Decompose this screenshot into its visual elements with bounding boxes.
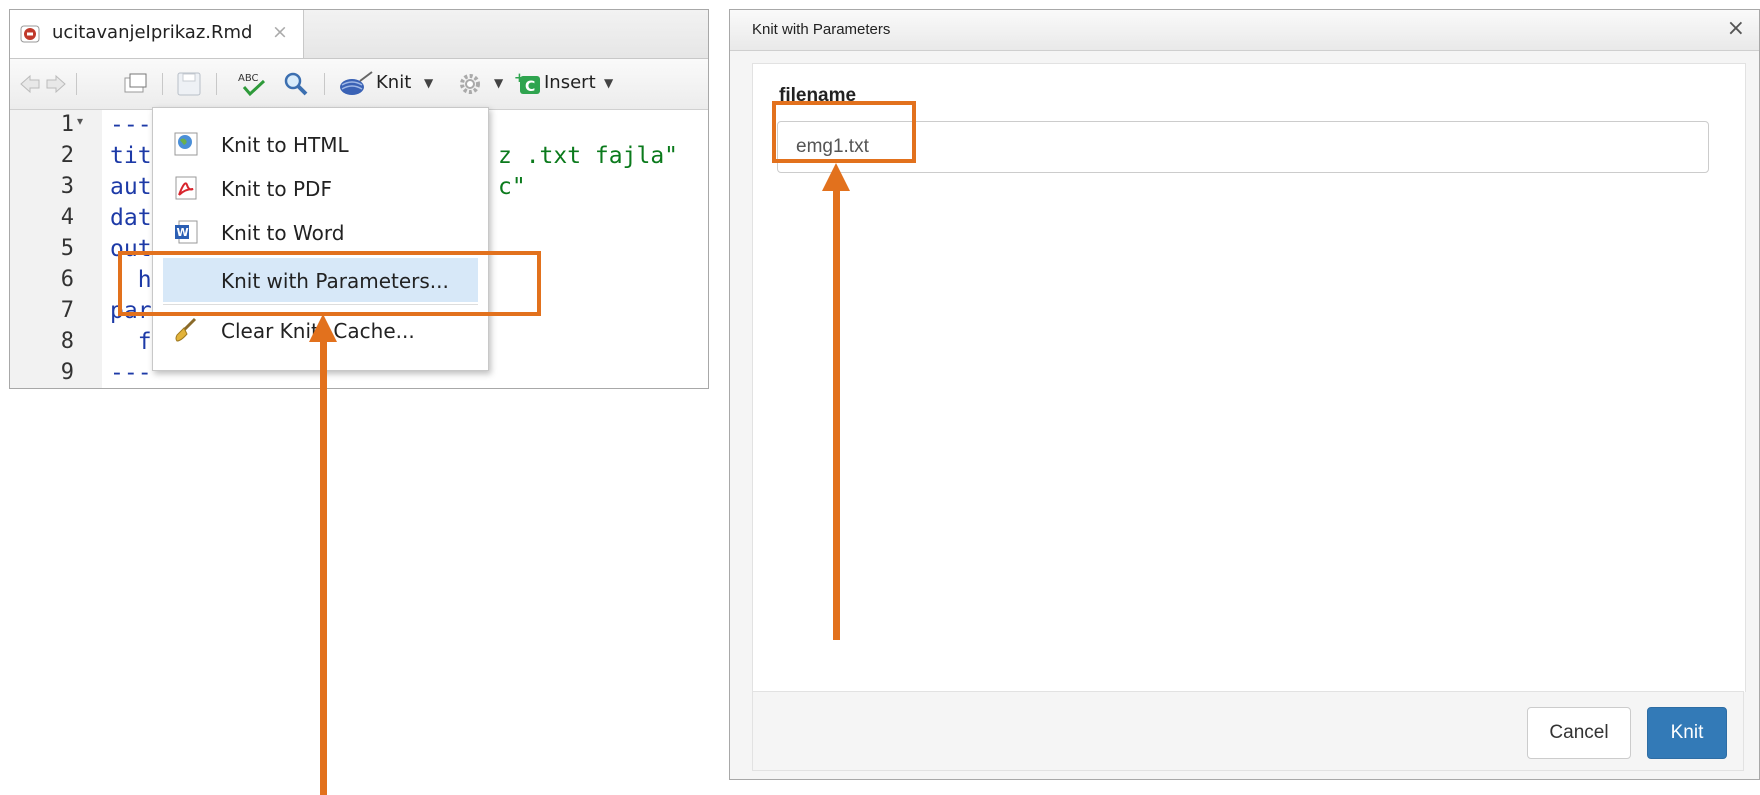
menu-item-label: Knit to PDF [221,177,332,201]
menu-item-label: Knit to Word [221,221,345,245]
rmd-file-icon [20,25,40,43]
globe-html-icon [174,132,198,156]
gear-icon[interactable] [456,71,484,97]
dialog-close-icon[interactable]: × [1727,16,1745,41]
code-text: tit [110,143,152,169]
find-magnifier-icon[interactable] [282,71,310,97]
show-in-window-icon[interactable] [122,71,150,97]
tab-filename: ucitavanjeIprikaz.Rmd [52,22,253,43]
gear-dropdown-caret-icon[interactable]: ▼ [494,76,503,90]
menu-item-knit-to-pdf[interactable]: Knit to PDF [153,166,488,210]
broom-icon [175,317,197,342]
dialog-title: Knit with Parameters [752,21,891,38]
cancel-button[interactable]: Cancel [1527,707,1631,759]
knit-button[interactable]: Knit [1647,707,1727,759]
line-number: 5 [60,236,74,261]
spellcheck-icon[interactable]: ABC [236,71,272,97]
annotation-arrow-head [309,314,337,342]
code-text-tail: z .txt fajla" [498,143,679,169]
menu-item-knit-to-word[interactable]: W Knit to Word [153,210,488,254]
toolbar-separator [162,73,163,95]
menu-item-label: Knit to HTML [221,133,349,157]
code-text: dat [110,205,152,231]
word-icon: W [175,220,198,244]
editor-toolbar: ABC Knit ▼ ▼ C + Insert ▼ [10,59,708,110]
toolbar-separator [216,73,217,95]
svg-text:+: + [514,71,525,86]
input-highlight-box [772,101,916,163]
svg-text:C: C [525,79,535,95]
knit-menu-label[interactable]: Knit [376,72,411,93]
line-number: 2 [60,143,74,168]
line-number: 4 [60,205,74,230]
code-text: aut [110,174,152,200]
line-number: 8 [60,329,74,354]
knit-dropdown-caret-icon[interactable]: ▼ [424,76,433,90]
code-text: --- [110,360,152,386]
menu-item-highlight-box [118,251,541,316]
menu-item-knit-to-html[interactable]: Knit to HTML [153,122,488,166]
editor-tab-bar: ucitavanjeIprikaz.Rmd × [10,10,708,59]
line-number: 1 [60,112,74,137]
svg-text:W: W [177,226,189,239]
toolbar-separator [76,73,77,95]
forward-arrow-icon[interactable] [44,71,68,97]
tab-close-icon[interactable]: × [272,21,288,43]
knit-yarn-icon[interactable] [334,71,374,97]
filename-input[interactable] [777,121,1709,173]
annotation-arrow-shaft [320,340,327,795]
pdf-icon [175,176,197,200]
code-text: f [110,329,152,355]
svg-text:ABC: ABC [238,73,259,84]
insert-dropdown-caret-icon[interactable]: ▼ [604,76,613,90]
toolbar-separator [324,73,325,95]
annotation-arrow-shaft [833,186,840,640]
editor-tab[interactable]: ucitavanjeIprikaz.Rmd × [10,10,304,58]
line-number: 7 [60,298,74,323]
save-icon[interactable] [176,71,202,97]
insert-menu-label[interactable]: Insert [544,72,596,93]
line-number: 3 [60,174,74,199]
annotation-arrow-head [822,163,850,191]
fold-toggle-icon[interactable]: ▾ [77,114,83,128]
code-text-tail: c" [498,174,526,200]
line-number: 9 [60,360,74,385]
insert-chunk-icon[interactable]: C + [514,71,544,97]
dialog-titlebar: Knit with Parameters × [730,10,1759,51]
back-arrow-icon[interactable] [18,71,42,97]
dialog-footer: Cancel Knit [752,691,1744,771]
code-text: --- [110,112,152,138]
line-number: 6 [60,267,74,292]
